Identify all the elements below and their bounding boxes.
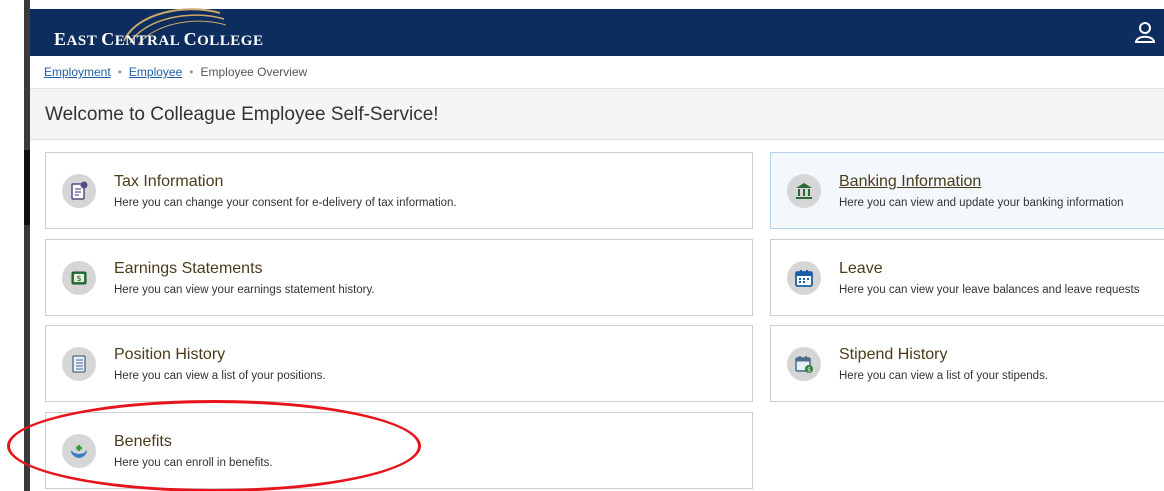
logo-text: EAST CENTRAL COLLEGE xyxy=(54,29,264,49)
breadcrumb-separator: • xyxy=(189,65,194,79)
breadcrumb-employment[interactable]: Employment xyxy=(44,65,111,79)
breadcrumb-separator: • xyxy=(117,65,122,79)
card-description: Here you can view and update your bankin… xyxy=(839,197,1124,209)
card-title[interactable]: Stipend History xyxy=(839,346,948,364)
card-tax-information[interactable]: Tax Information Here you can change your… xyxy=(45,152,753,229)
card-leave[interactable]: Leave Here you can view your leave balan… xyxy=(770,239,1164,316)
tax-document-icon xyxy=(62,174,96,208)
breadcrumb-current: Employee Overview xyxy=(200,65,308,79)
bank-icon xyxy=(787,174,821,208)
card-description: Here you can view a list of your stipend… xyxy=(839,370,1049,382)
college-logo[interactable]: EAST CENTRAL COLLEGE xyxy=(54,8,264,49)
card-position-history[interactable]: Position History Here you can view a lis… xyxy=(45,325,753,402)
card-description: Here you can enroll in benefits. xyxy=(114,457,273,469)
card-title[interactable]: Leave xyxy=(839,260,883,278)
header-bar: EAST CENTRAL COLLEGE xyxy=(30,8,1164,56)
card-description: Here you can view your leave balances an… xyxy=(839,284,1140,296)
card-title[interactable]: Tax Information xyxy=(114,173,223,191)
card-title[interactable]: Banking Information xyxy=(839,173,981,191)
calendar-dollar-icon: $ xyxy=(787,347,821,381)
card-earnings-statements[interactable]: $ Earnings Statements Here you can view … xyxy=(45,239,753,316)
card-description: Here you can view a list of your positio… xyxy=(114,370,326,382)
user-icon[interactable] xyxy=(1134,21,1156,43)
title-bar: Welcome to Colleague Employee Self-Servi… xyxy=(30,88,1164,140)
card-description: Here you can change your consent for e-d… xyxy=(114,197,457,209)
card-title[interactable]: Benefits xyxy=(114,433,172,451)
svg-text:$: $ xyxy=(807,367,811,374)
calendar-icon xyxy=(787,261,821,295)
dollar-bill-icon: $ xyxy=(62,261,96,295)
card-benefits[interactable]: Benefits Here you can enroll in benefits… xyxy=(45,412,753,489)
left-edge xyxy=(0,0,30,491)
card-title[interactable]: Earnings Statements xyxy=(114,260,263,278)
hands-heart-icon xyxy=(62,434,96,468)
breadcrumb-employee[interactable]: Employee xyxy=(129,65,182,79)
card-stipend-history[interactable]: $ Stipend History Here you can view a li… xyxy=(770,325,1164,402)
card-title[interactable]: Position History xyxy=(114,346,225,364)
breadcrumb: Employment • Employee • Employee Overview xyxy=(44,65,307,79)
list-document-icon xyxy=(62,347,96,381)
card-description: Here you can view your earnings statemen… xyxy=(114,284,375,296)
page-title: Welcome to Colleague Employee Self-Servi… xyxy=(45,104,439,125)
svg-text:$: $ xyxy=(76,274,81,283)
app: EAST CENTRAL COLLEGE Employment • Employee… xyxy=(30,0,1164,491)
card-banking-information[interactable]: Banking Information Here you can view an… xyxy=(770,152,1164,229)
